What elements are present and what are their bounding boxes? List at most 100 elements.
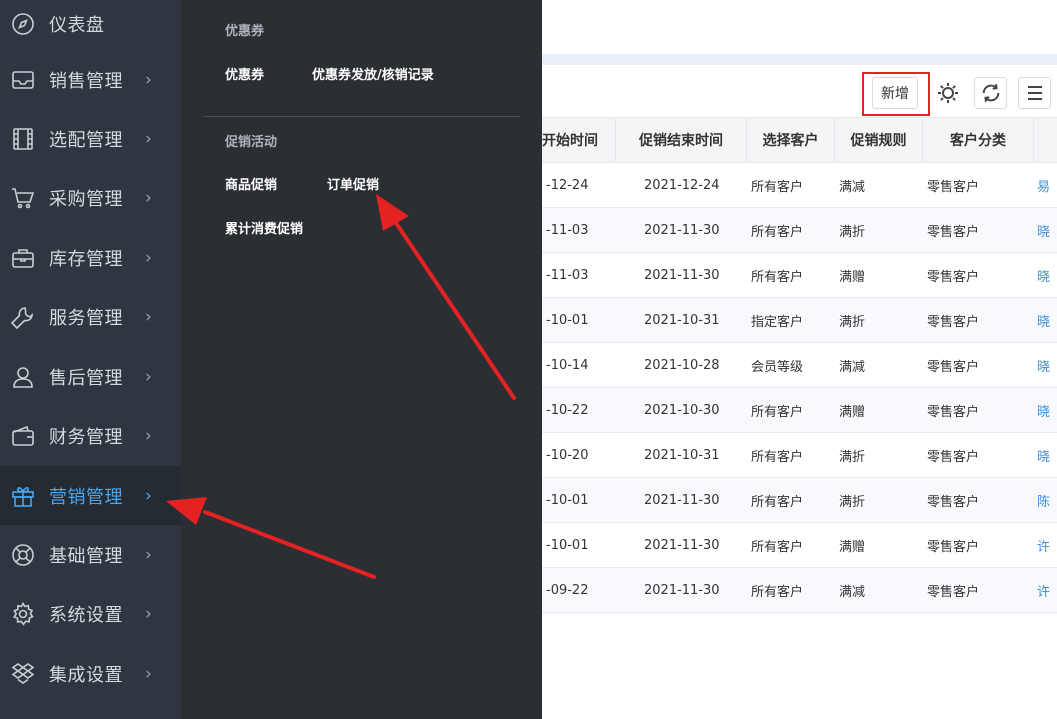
cell-start-time: -11-03	[546, 223, 589, 238]
sidebar-item-label: 库存管理	[49, 248, 123, 270]
cell-start-time: -10-01	[546, 313, 589, 328]
chevron-right-icon: ›	[145, 187, 152, 208]
sidebar-item-service[interactable]: 服务管理 ›	[0, 287, 181, 346]
table-row[interactable]: -11-03 2021-11-30 所有客户 满赠 零售客户 晓	[542, 253, 1057, 298]
cell-category: 零售客户	[927, 315, 980, 330]
cell-extra[interactable]: 易	[1037, 163, 1057, 208]
chevron-right-icon: ›	[145, 603, 152, 624]
cell-category: 零售客户	[927, 540, 980, 555]
chevron-right-icon: ›	[145, 247, 152, 268]
cell-end-time: 2021-11-30	[644, 538, 720, 553]
cell-customer: 指定客户	[751, 315, 804, 330]
refresh-icon	[980, 82, 1002, 104]
settings-button[interactable]	[932, 77, 964, 109]
cell-extra[interactable]: 晓	[1037, 433, 1057, 478]
cell-start-time: -10-20	[546, 448, 589, 463]
submenu-link-coupon[interactable]: 优惠券	[225, 64, 264, 83]
cell-rule: 满减	[839, 360, 866, 375]
cell-end-time: 2021-12-24	[644, 178, 720, 193]
cell-rule: 满减	[839, 180, 866, 195]
cell-rule: 满赠	[839, 405, 866, 420]
gift-icon	[10, 483, 36, 509]
chevron-right-icon: ›	[145, 544, 152, 565]
table-row[interactable]: -10-20 2021-10-31 所有客户 满折 零售客户 晓	[542, 433, 1057, 478]
sidebar-item-label: 系统设置	[49, 604, 123, 626]
table-row[interactable]: -10-01 2021-10-31 指定客户 满折 零售客户 晓	[542, 298, 1057, 343]
cell-start-time: -10-01	[546, 538, 589, 553]
sidebar-item-marketing[interactable]: 营销管理 ›	[0, 466, 181, 525]
table-row[interactable]: -10-01 2021-11-30 所有客户 满折 零售客户 陈	[542, 478, 1057, 523]
sidebar-item-basic[interactable]: 基础管理 ›	[0, 525, 181, 584]
cell-rule: 满折	[839, 225, 866, 240]
table-row[interactable]: -11-03 2021-11-30 所有客户 满折 零售客户 晓	[542, 208, 1057, 253]
sidebar-item-sales[interactable]: 销售管理 ›	[0, 50, 181, 109]
submenu-link-product-promotion[interactable]: 商品促销	[225, 174, 277, 193]
sidebar-item-label: 集成设置	[49, 664, 123, 686]
marketing-submenu: 优惠券 优惠券 优惠券发放/核销记录 促销活动 商品促销 订单促销 累计消费促销	[181, 0, 542, 719]
submenu-group-title: 优惠券	[225, 24, 265, 39]
table-row[interactable]: -12-24 2021-12-24 所有客户 满减 零售客户 易	[542, 163, 1057, 208]
cell-category: 零售客户	[927, 360, 980, 375]
cell-start-time: -10-01	[546, 493, 589, 508]
cell-category: 零售客户	[927, 495, 980, 510]
sidebar-item-label: 仪表盘	[49, 14, 105, 36]
wallet-icon	[10, 423, 36, 449]
sidebar-item-finance[interactable]: 财务管理 ›	[0, 406, 181, 465]
menu-icon	[1025, 83, 1045, 103]
cell-extra[interactable]: 陈	[1037, 478, 1057, 523]
column-header-end-time[interactable]: 促销结束时间	[616, 118, 747, 162]
cell-extra[interactable]: 晓	[1037, 343, 1057, 388]
column-header-extra[interactable]	[1034, 118, 1057, 162]
cell-end-time: 2021-10-31	[644, 448, 720, 463]
sidebar-item-inventory[interactable]: 库存管理 ›	[0, 228, 181, 287]
cell-extra[interactable]: 晓	[1037, 298, 1057, 343]
submenu-link-coupon-records[interactable]: 优惠券发放/核销记录	[312, 64, 434, 83]
cell-extra[interactable]: 晓	[1037, 388, 1057, 433]
sidebar-item-configuration[interactable]: 选配管理 ›	[0, 109, 181, 168]
submenu-link-cumulative-promotion[interactable]: 累计消费促销	[225, 218, 303, 237]
cell-end-time: 2021-10-30	[644, 403, 720, 418]
sidebar-item-system-settings[interactable]: 系统设置 ›	[0, 584, 181, 643]
film-icon	[10, 126, 36, 152]
table-row[interactable]: -10-22 2021-10-30 所有客户 满赠 零售客户 晓	[542, 388, 1057, 433]
cell-start-time: -12-24	[546, 178, 589, 193]
cell-extra[interactable]: 许	[1037, 568, 1057, 613]
cell-customer: 所有客户	[751, 450, 804, 465]
sidebar-item-after-sales[interactable]: 售后管理 ›	[0, 347, 181, 406]
cell-rule: 满折	[839, 315, 866, 330]
sidebar-item-label: 选配管理	[49, 129, 123, 151]
column-menu-button[interactable]	[1018, 77, 1051, 109]
column-header-start-time[interactable]: 开始时间	[542, 118, 616, 162]
column-header-category[interactable]: 客户分类	[923, 118, 1034, 162]
cell-extra[interactable]: 晓	[1037, 253, 1057, 298]
chevron-right-icon: ›	[145, 366, 152, 387]
cell-customer: 所有客户	[751, 495, 804, 510]
sidebar-item-dashboard[interactable]: 仪表盘	[0, 0, 181, 53]
cell-extra[interactable]: 许	[1037, 523, 1057, 568]
table-row[interactable]: -09-22 2021-11-30 所有客户 满减 零售客户 许	[542, 568, 1057, 613]
sidebar-item-label: 营销管理	[49, 486, 123, 508]
cell-customer: 所有客户	[751, 225, 804, 240]
submenu-link-order-promotion[interactable]: 订单促销	[327, 174, 379, 193]
briefcase-icon	[10, 245, 36, 271]
sidebar-item-integration[interactable]: 集成设置 ›	[0, 644, 181, 703]
cell-category: 零售客户	[927, 450, 980, 465]
chevron-right-icon: ›	[145, 485, 152, 506]
user-icon	[10, 364, 36, 390]
wrench-icon	[10, 304, 36, 330]
cell-end-time: 2021-11-30	[644, 268, 720, 283]
add-button[interactable]: 新增	[872, 77, 918, 109]
table-row[interactable]: -10-14 2021-10-28 会员等级 满减 零售客户 晓	[542, 343, 1057, 388]
cell-customer: 所有客户	[751, 180, 804, 195]
column-header-customer[interactable]: 选择客户	[747, 118, 835, 162]
sidebar-item-label: 售后管理	[49, 367, 123, 389]
submenu-group-title: 促销活动	[225, 135, 278, 150]
table-row[interactable]: -10-01 2021-11-30 所有客户 满赠 零售客户 许	[542, 523, 1057, 568]
table-header: 开始时间 促销结束时间 选择客户 促销规则 客户分类	[542, 117, 1057, 163]
cell-extra[interactable]: 晓	[1037, 208, 1057, 253]
column-header-rule[interactable]: 促销规则	[835, 118, 923, 162]
refresh-button[interactable]	[974, 77, 1007, 109]
sidebar-item-purchasing[interactable]: 采购管理 ›	[0, 168, 181, 227]
sidebar-item-label: 销售管理	[49, 70, 123, 92]
cell-end-time: 2021-10-28	[644, 358, 720, 373]
